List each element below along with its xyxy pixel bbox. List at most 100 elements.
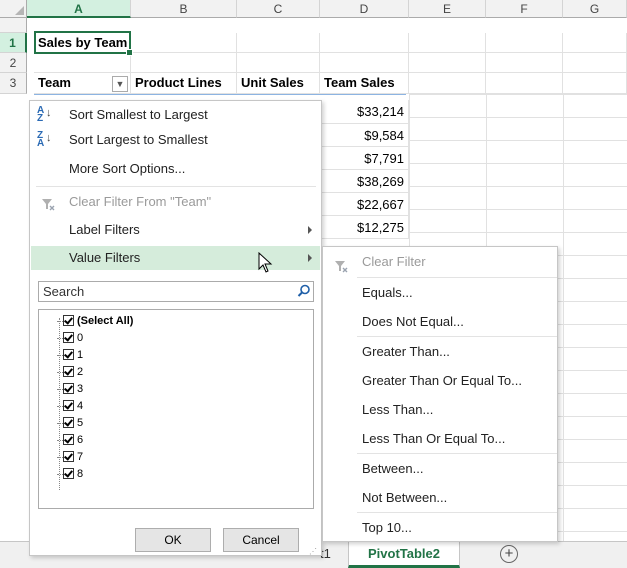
active-cell-selection [34, 31, 133, 56]
select-all-corner[interactable] [0, 0, 27, 18]
checklist-item[interactable]: (Select All) [57, 314, 133, 329]
column-header-a[interactable]: A [27, 0, 131, 18]
less-than-item[interactable]: Less Than... [324, 396, 557, 424]
checkbox-checked-icon[interactable] [63, 365, 74, 377]
cell-e3[interactable] [409, 73, 486, 94]
checklist-item[interactable]: 6 [57, 433, 83, 448]
resize-grip-icon[interactable]: ⋰ [309, 547, 319, 556]
sheet-tab-pivottable2[interactable]: PivotTable2 [348, 541, 460, 568]
checklist-item[interactable]: 8 [57, 467, 83, 482]
clear-filter-label: Clear Filter [362, 254, 426, 269]
column-header-b[interactable]: B [131, 0, 237, 18]
cell-d1[interactable] [320, 33, 409, 53]
column-header-c[interactable]: C [237, 0, 320, 18]
column-header-g[interactable]: G [563, 0, 627, 18]
checkbox-checked-icon[interactable] [63, 433, 74, 445]
team-sales-value[interactable]: $38,269 [320, 170, 409, 193]
greater-than-item[interactable]: Greater Than... [324, 338, 557, 366]
pivot-header-underline [34, 94, 406, 95]
not-between-item[interactable]: Not Between... [324, 484, 557, 512]
pivot-header-team-label: Team [38, 75, 71, 90]
cell-a2[interactable] [34, 53, 131, 73]
team-sales-value[interactable]: $33,214 [320, 100, 409, 124]
menu-separator [36, 186, 316, 187]
checklist-item[interactable]: 7 [57, 450, 83, 465]
sort-largest-to-smallest[interactable]: Z A ↓ Sort Largest to Smallest [31, 128, 320, 152]
does-not-equal-item[interactable]: Does Not Equal... [324, 308, 557, 336]
team-sales-value[interactable]: $7,791 [320, 147, 409, 170]
row-header-1[interactable]: 1 [0, 33, 27, 53]
sort-desc-label: Sort Largest to Smallest [69, 132, 208, 147]
checklist-item[interactable]: 2 [57, 365, 83, 380]
clear-filter-item[interactable]: Clear Filter [324, 248, 557, 276]
cell-c1[interactable] [237, 33, 320, 53]
cell-f1[interactable] [486, 33, 563, 53]
checklist-item[interactable]: 4 [57, 399, 83, 414]
search-placeholder: Search [43, 284, 85, 299]
less-than-or-equal-item[interactable]: Less Than Or Equal To... [324, 425, 557, 453]
checklist-item[interactable]: 3 [57, 382, 83, 397]
clear-filter-label: Clear Filter From "Team" [69, 194, 212, 209]
menu-separator [357, 277, 557, 278]
checklist-item[interactable]: 5 [57, 416, 83, 431]
label-filters-label: Label Filters [69, 222, 140, 237]
checkbox-checked-icon[interactable] [63, 416, 74, 428]
team-sales-value[interactable]: $9,584 [320, 124, 409, 147]
label-filters[interactable]: Label Filters [31, 218, 320, 242]
more-sort-label: More Sort Options... [69, 161, 186, 176]
sort-smallest-to-largest[interactable]: A Z ↓ Sort Smallest to Largest [31, 103, 320, 127]
top-10-item[interactable]: Top 10... [324, 514, 557, 542]
team-sales-value[interactable]: $22,667 [320, 193, 409, 216]
checkbox-checked-icon[interactable] [63, 399, 74, 411]
checkbox-checked-icon[interactable] [63, 382, 74, 394]
tree-connector [59, 318, 60, 490]
cell-g1[interactable] [563, 33, 627, 53]
column-header-f[interactable]: F [486, 0, 563, 18]
team-sales-value[interactable]: $12,275 [320, 216, 409, 239]
cell-d2[interactable] [320, 53, 409, 73]
cell-b1[interactable] [131, 33, 237, 53]
value-filters-label: Value Filters [69, 250, 141, 265]
clear-filter-icon [334, 255, 348, 273]
ok-button[interactable]: OK [135, 528, 211, 552]
cell-b2[interactable] [131, 53, 237, 73]
checkbox-checked-icon[interactable] [63, 314, 74, 326]
cell-f2[interactable] [486, 53, 563, 73]
more-sort-options[interactable]: More Sort Options... [31, 157, 320, 181]
value-filters[interactable]: Value Filters [31, 246, 320, 270]
checkbox-checked-icon[interactable] [63, 348, 74, 360]
checkbox-checked-icon[interactable] [63, 331, 74, 343]
pivot-header-product-lines[interactable]: Product Lines [131, 73, 237, 94]
cell-e1[interactable] [409, 33, 486, 53]
checklist-item[interactable]: 0 [57, 331, 83, 346]
column-header-d[interactable]: D [320, 0, 409, 18]
pivot-header-unit-sales[interactable]: Unit Sales [237, 73, 320, 94]
cell-g3[interactable] [563, 73, 627, 94]
between-item[interactable]: Between... [324, 455, 557, 483]
add-sheet-icon[interactable]: + [500, 545, 518, 563]
value-filters-submenu: Clear Filter Equals... Does Not Equal...… [322, 246, 558, 542]
team-filter-dropdown-button[interactable]: ▼ [112, 76, 128, 92]
column-header-e[interactable]: E [409, 0, 486, 18]
cell-e2[interactable] [409, 53, 486, 73]
greater-than-or-equal-item[interactable]: Greater Than Or Equal To... [324, 367, 557, 395]
filter-value-checklist: (Select All) 0 1 2 3 4 5 6 7 8 [38, 309, 314, 509]
clear-filter-from-team[interactable]: Clear Filter From "Team" [31, 190, 320, 214]
row-header-3[interactable]: 3 [0, 73, 27, 94]
checklist-item[interactable]: 1 [57, 348, 83, 363]
sheet-tab-previous[interactable]: t1 [320, 541, 348, 568]
cell-g2[interactable] [563, 53, 627, 73]
equals-item[interactable]: Equals... [324, 279, 557, 307]
checkbox-checked-icon[interactable] [63, 450, 74, 462]
search-icon[interactable] [297, 284, 311, 298]
checkbox-checked-icon[interactable] [63, 467, 74, 479]
cancel-button[interactable]: Cancel [223, 528, 299, 552]
row-header-2[interactable]: 2 [0, 53, 27, 73]
sort-descending-icon: Z A ↓ [37, 130, 52, 149]
filter-search-input[interactable]: Search [38, 281, 314, 302]
menu-separator [357, 512, 557, 513]
pivot-header-team-sales[interactable]: Team Sales [320, 73, 409, 94]
sort-ascending-icon: A Z ↓ [37, 105, 52, 124]
cell-f3[interactable] [486, 73, 563, 94]
cell-c2[interactable] [237, 53, 320, 73]
